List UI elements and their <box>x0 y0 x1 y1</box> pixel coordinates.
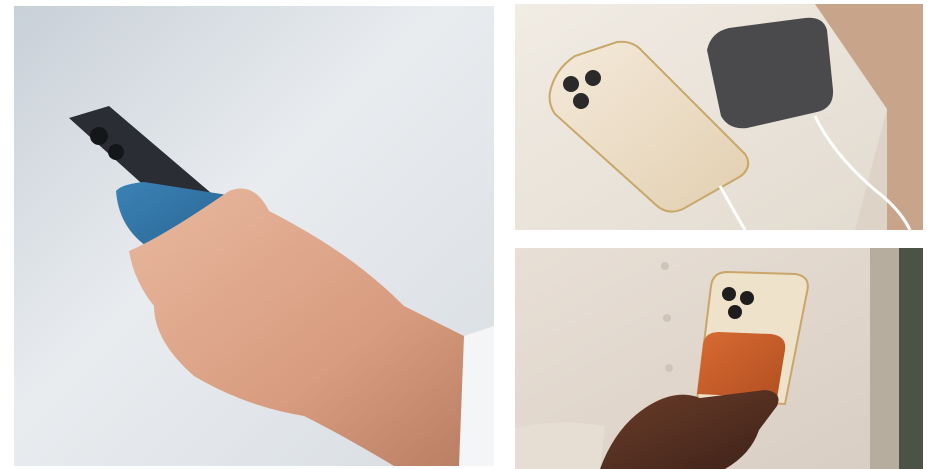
white-sleeve <box>459 326 494 466</box>
gray-wallet <box>707 17 834 129</box>
photo-hand-orange-wallet <box>515 248 923 469</box>
photo-phone-wallet-charging-image <box>515 4 923 230</box>
photo-hand-blue-wallet-image <box>14 6 494 466</box>
product-photo-collage <box>0 0 931 469</box>
orange-wallet <box>697 332 786 398</box>
photo-phone-wallet-charging <box>515 4 923 230</box>
photo-hand-orange-wallet-image <box>515 248 923 469</box>
photo-hand-blue-wallet <box>14 6 494 466</box>
